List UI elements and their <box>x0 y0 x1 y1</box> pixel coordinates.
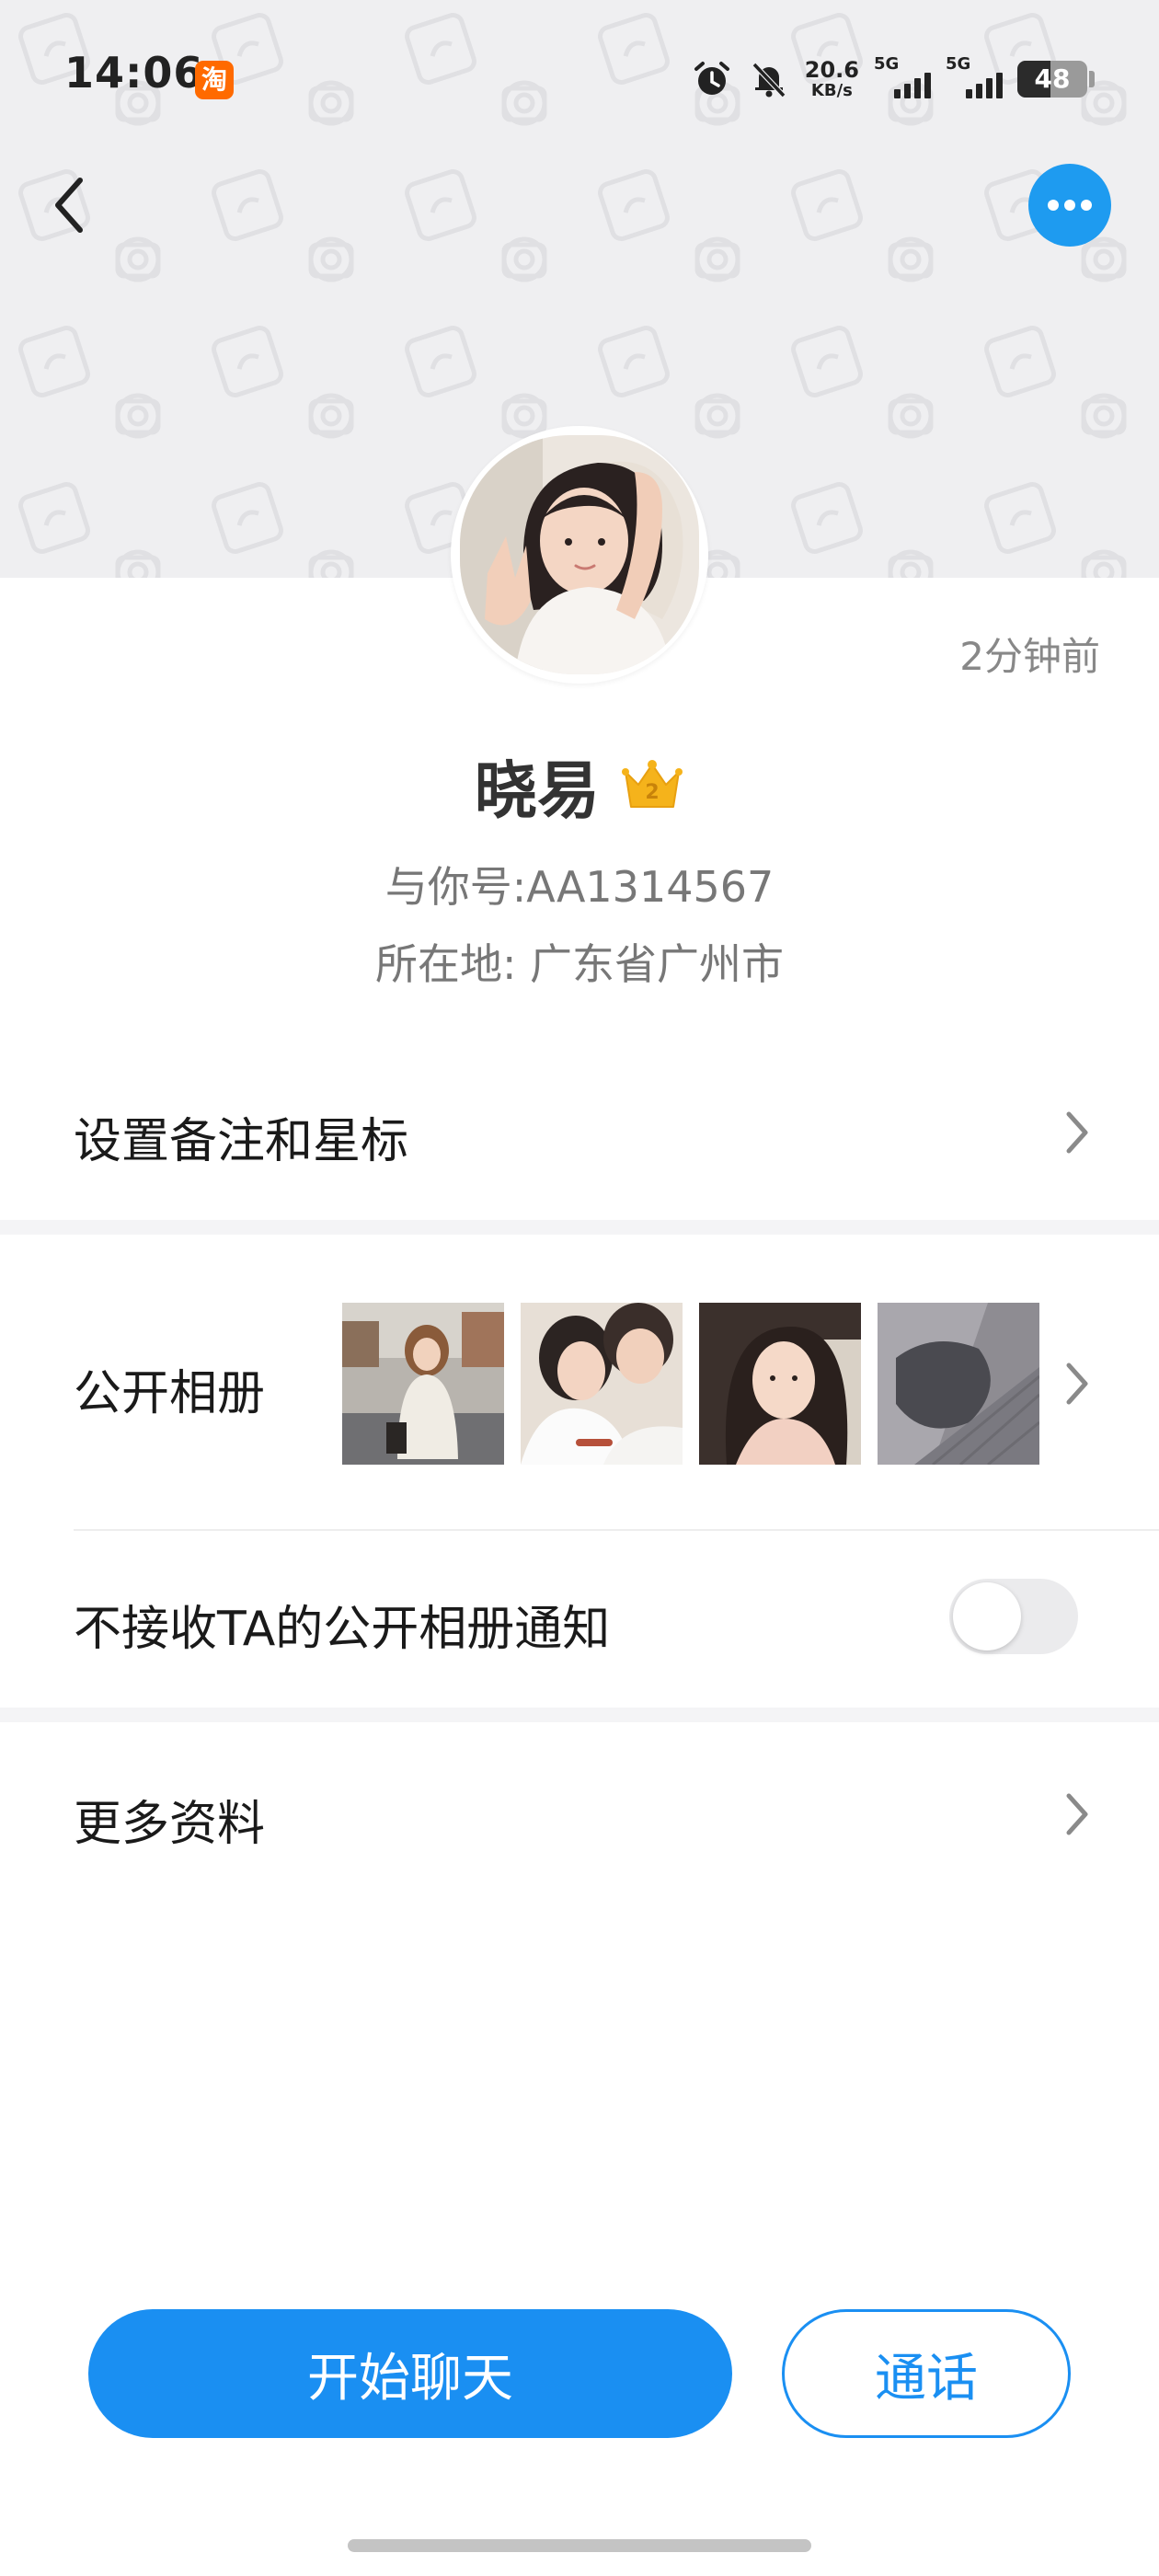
chevron-left-icon <box>55 178 83 233</box>
vip-level: 2 <box>645 781 660 804</box>
signal-sim2-icon: 5G <box>946 54 1003 100</box>
album-photo[interactable] <box>699 1303 861 1465</box>
more-info-row[interactable]: 更多资料 <box>0 1722 1159 1906</box>
account-id: 与你号:AA1314567 <box>384 862 775 912</box>
taobao-notification-icon: 淘 <box>195 61 234 99</box>
album-thumbnails <box>342 1303 1039 1465</box>
profile-name: 晓易 <box>474 754 600 828</box>
network-speed-value: 20.6 <box>804 57 859 83</box>
battery-cap <box>1089 71 1095 87</box>
chevron-right-icon <box>1066 1111 1088 1154</box>
call-button[interactable]: 通话 <box>782 2309 1071 2438</box>
last-seen-time: 2分钟前 <box>959 634 1100 679</box>
home-indicator[interactable] <box>348 2539 811 2552</box>
avatar-photo <box>460 435 699 674</box>
vip-crown-icon[interactable]: 2 <box>620 757 684 812</box>
chevron-right-icon <box>1066 1363 1088 1405</box>
section-divider <box>0 1708 1159 1722</box>
signal-sim1-icon: 5G <box>874 54 931 100</box>
sim1-label: 5G <box>874 54 900 74</box>
remark-and-star-row[interactable]: 设置备注和星标 <box>0 1058 1159 1207</box>
toggle-knob <box>953 1582 1021 1650</box>
album-notification-toggle[interactable] <box>949 1579 1078 1654</box>
profile-name-row: 晓易 2 <box>0 743 1159 828</box>
chevron-right-icon <box>1066 1793 1088 1835</box>
more-info-label: 更多资料 <box>74 1797 266 1852</box>
alarm-icon <box>694 62 729 95</box>
album-photo-image <box>342 1303 504 1465</box>
battery-level: 48 <box>1034 63 1071 94</box>
status-time: 14:06 <box>64 48 204 98</box>
remark-and-star-label: 设置备注和星标 <box>74 1114 409 1169</box>
album-photo[interactable] <box>878 1303 1039 1465</box>
album-notification-label: 不接收TA的公开相册通知 <box>74 1602 611 1657</box>
album-photo[interactable] <box>342 1303 504 1465</box>
mute-bell-icon <box>752 62 786 98</box>
more-options-button[interactable] <box>1028 164 1111 247</box>
avatar[interactable] <box>460 435 699 674</box>
location: 所在地: 广东省广州市 <box>374 939 785 989</box>
network-speed-unit: KB/s <box>810 81 853 100</box>
album-photo-image <box>699 1303 861 1465</box>
start-chat-button[interactable]: 开始聊天 <box>88 2309 732 2438</box>
album-photo-image <box>878 1303 1039 1465</box>
public-album-label: 公开相册 <box>74 1366 266 1421</box>
album-photo[interactable] <box>521 1303 683 1465</box>
section-divider <box>0 1220 1159 1235</box>
network-speed: 20.6 KB/s <box>805 59 859 99</box>
status-icons: 20.6 KB/s 5G 5G 48 <box>691 52 1095 107</box>
back-button[interactable] <box>37 173 101 237</box>
ellipsis-icon <box>1048 200 1092 211</box>
status-bar: 14:06 淘 20.6 KB/s 5G 5G 48 <box>0 0 1159 156</box>
sim2-label: 5G <box>946 54 971 74</box>
album-photo-image <box>521 1303 683 1465</box>
battery-icon: 48 <box>1017 61 1087 98</box>
